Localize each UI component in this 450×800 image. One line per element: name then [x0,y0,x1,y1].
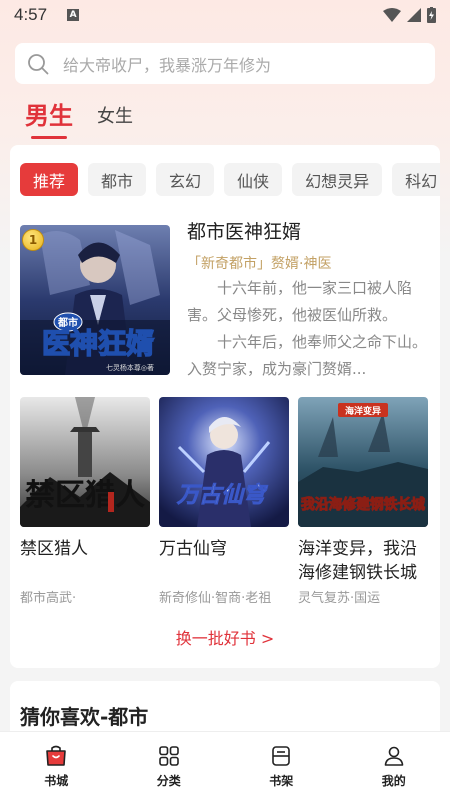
tab-male[interactable]: 男生 [25,96,73,139]
wifi-icon [383,8,401,22]
featured-desc-line-1: 十六年前，他一家三口被人陷害。父母惨死，他被医仙所救。 [187,279,413,324]
tab-bookshelf-label: 书架 [269,773,294,788]
battery-icon [427,7,436,23]
chip-fantasy[interactable]: 玄幻 [156,163,215,196]
tab-category-label: 分类 [156,773,181,788]
book-cover-title: 我沿海修建钢铁长城 [301,496,425,513]
chip-urban[interactable]: 都市 [88,163,147,196]
featured-book-tags: 「新奇都市」赘婿·神医 [187,256,332,272]
tab-bookstore[interactable]: 书城 [21,744,91,789]
notification-a-icon: A [67,9,80,21]
book-title[interactable]: 万古仙穹 [159,537,289,587]
guess-you-like-title: 猜你喜欢-都市 [20,705,149,729]
book-cover-art: 海洋变异 我沿海修建钢铁长城 [298,397,428,527]
chip-scifi[interactable]: 科幻 [392,163,440,196]
bookstore-icon [46,745,67,766]
featured-cover-title: 医神狂婿 [42,327,154,360]
bottom-tab-bar: 书城 分类 书架 我的 [0,731,450,800]
tab-male-label: 男生 [25,102,73,130]
book-tags: 都市高武· [20,591,77,606]
tab-bookshelf[interactable]: 书架 [246,744,316,789]
bookshelf-icon [272,745,291,766]
search-input[interactable]: 给大帝收尸，我暴涨万年修为 [15,43,435,84]
rank-badge: 1 [22,229,44,251]
book-cover-title: 万古仙穹 [176,482,268,508]
book-cover[interactable]: 禁区猎人 [20,397,150,527]
featured-book-title[interactable]: 都市医神狂婿 [187,217,301,244]
book-title[interactable]: 禁区猎人 [20,537,150,587]
featured-cover-art: 都市 医神狂婿 七灵杨本尊◎著 [20,225,170,375]
featured-book-description: 十六年前，他一家三口被人陷害。父母惨死，他被医仙所救。 十六年后，他奉师父之命下… [187,275,427,383]
status-icons [383,7,436,23]
book-tags: 灵气复苏·国运 [298,591,381,606]
tab-active-indicator [31,136,67,139]
search-placeholder: 给大帝收尸，我暴涨万年修为 [63,55,272,75]
book-cover-title: 禁区猎人 [25,478,145,513]
featured-desc-line-2: 十六年后，他奉师父之命下山。入赘宁家，成为豪门赘婿... [187,333,428,378]
book-item[interactable]: 海洋变异 我沿海修建钢铁长城 海洋变异，我沿海修建钢铁长城 灵气复苏·国运 [298,397,428,606]
search-icon [28,53,49,74]
tab-bookstore-label: 书城 [44,773,69,788]
status-bar: 4:57 A [0,0,450,30]
book-cover-art: 万古仙穹 [159,397,289,527]
book-title[interactable]: 海洋变异，我沿海修建钢铁长城 [298,537,428,587]
gender-tabs: 男生 女生 [25,96,133,139]
tab-mine-label: 我的 [381,773,406,788]
featured-cover-author: 七灵杨本尊◎著 [106,363,154,372]
book-cover[interactable]: 海洋变异 我沿海修建钢铁长城 [298,397,428,527]
signal-icon [407,8,421,22]
tab-category[interactable]: 分类 [134,744,204,789]
chip-xianxia[interactable]: 仙侠 [224,163,283,196]
featured-book-cover[interactable]: 都市 医神狂婿 七灵杨本尊◎著 1 [20,225,170,375]
tab-mine[interactable]: 我的 [359,744,429,789]
book-cover[interactable]: 万古仙穹 [159,397,289,527]
status-time: 4:57 [14,5,48,24]
recommend-card: 推荐 都市 玄幻 仙侠 幻想灵异 科幻 都市 医神狂婿 七灵杨本尊◎著 1 都市… [10,145,440,668]
chip-supernatural[interactable]: 幻想灵异 [292,163,383,196]
book-tags: 新奇修仙·智商·老祖 [159,591,272,606]
book-item[interactable]: 禁区猎人 禁区猎人 都市高武· [20,397,150,606]
book-cover-small-text: 海洋变异 [345,405,381,417]
tab-female[interactable]: 女生 [97,102,133,128]
category-icon [158,745,179,766]
category-chips: 推荐 都市 玄幻 仙侠 幻想灵异 科幻 [20,163,440,196]
book-item[interactable]: 万古仙穹 万古仙穹 新奇修仙·智商·老祖 [159,397,289,606]
book-cover-art: 禁区猎人 [20,397,150,527]
profile-icon [384,746,404,766]
chip-recommend[interactable]: 推荐 [20,163,79,196]
refresh-books-button[interactable]: 换一批好书 > [10,625,440,649]
